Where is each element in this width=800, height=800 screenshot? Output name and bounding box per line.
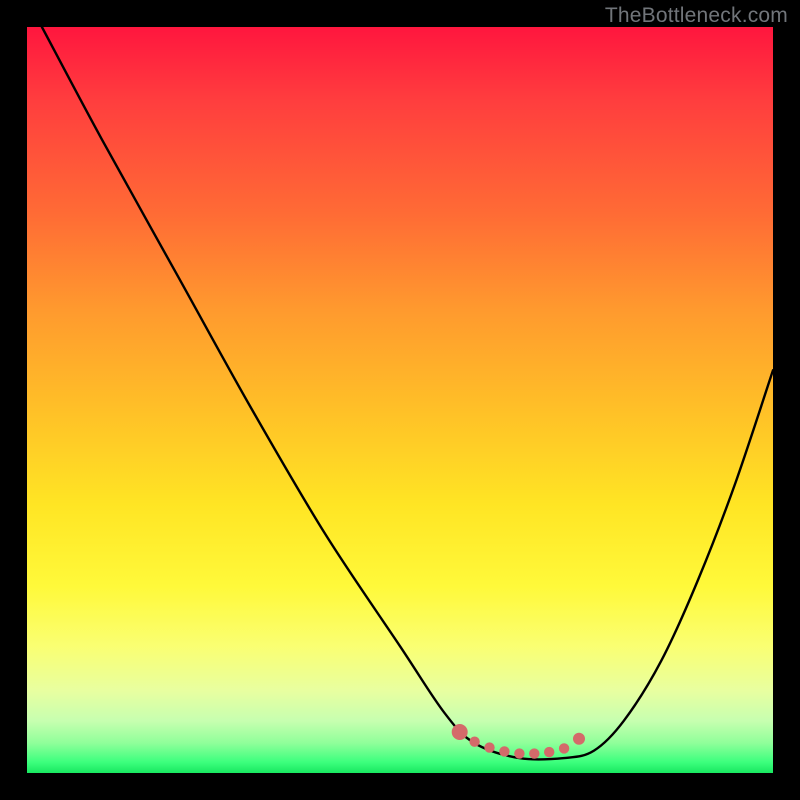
chart-svg bbox=[27, 27, 773, 773]
watermark-text: TheBottleneck.com bbox=[605, 4, 788, 28]
marker-dot bbox=[452, 724, 468, 740]
marker-dot bbox=[514, 748, 524, 758]
marker-dot bbox=[469, 737, 479, 747]
marker-dot bbox=[573, 733, 585, 745]
bottleneck-curve bbox=[42, 27, 773, 760]
marker-dot bbox=[559, 743, 569, 753]
plot-area bbox=[27, 27, 773, 773]
marker-dot bbox=[499, 746, 509, 756]
marker-dot bbox=[529, 748, 539, 758]
chart-frame: TheBottleneck.com bbox=[0, 0, 800, 800]
marker-dot bbox=[484, 742, 494, 752]
marker-dot bbox=[544, 747, 554, 757]
optimal-range-markers bbox=[452, 724, 585, 759]
